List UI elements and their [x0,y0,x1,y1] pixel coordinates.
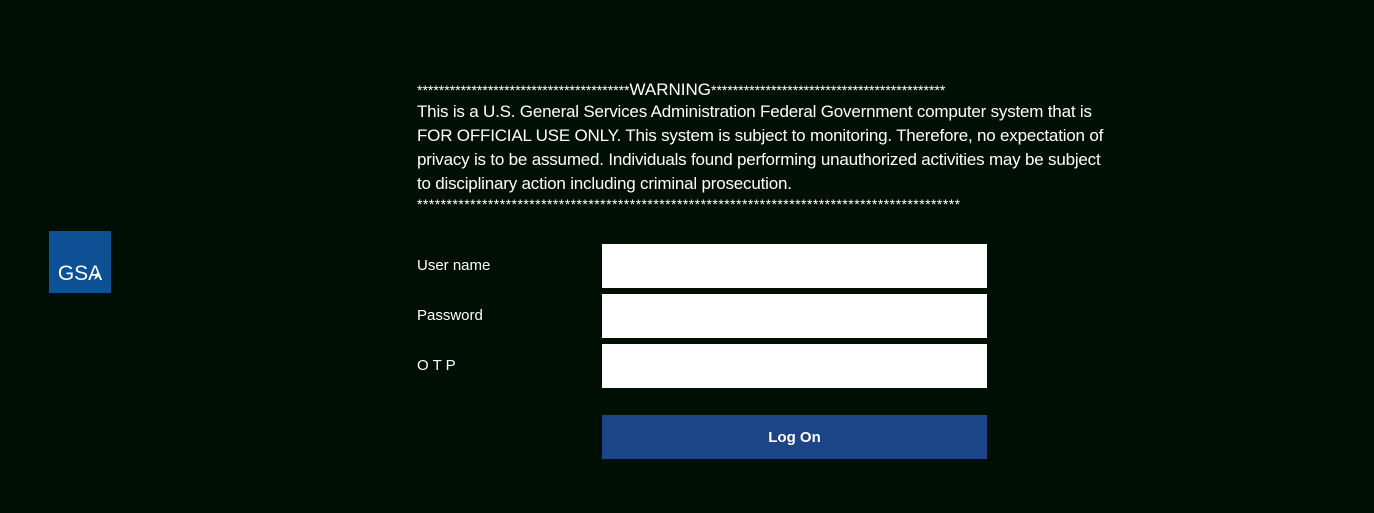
warning-body: This is a U.S. General Services Administ… [417,102,1104,193]
warning-footer-stars: ****************************************… [417,196,961,212]
warning-title: WARNING [629,80,712,99]
log-on-button[interactable]: Log On [602,415,987,459]
otp-row: O T P [417,344,987,388]
warning-banner: ***************************************W… [417,80,1117,212]
gsa-logo-icon: GSA [58,262,102,285]
gsa-logo: GSA [49,231,111,293]
otp-input[interactable] [602,344,987,388]
gsa-logo-text: GSA [58,262,102,285]
username-input[interactable] [602,244,987,288]
password-row: Password [417,294,987,338]
username-label: User name [417,257,491,274]
password-input[interactable] [602,294,987,338]
otp-label: O T P [417,357,456,374]
login-page: GSA ************************************… [0,0,1374,513]
username-row: User name [417,244,987,288]
warning-header: ***************************************W… [417,80,1117,100]
password-label: Password [417,307,483,324]
warning-stars-left: *************************************** [417,82,630,98]
warning-stars-right: ****************************************… [711,82,946,98]
